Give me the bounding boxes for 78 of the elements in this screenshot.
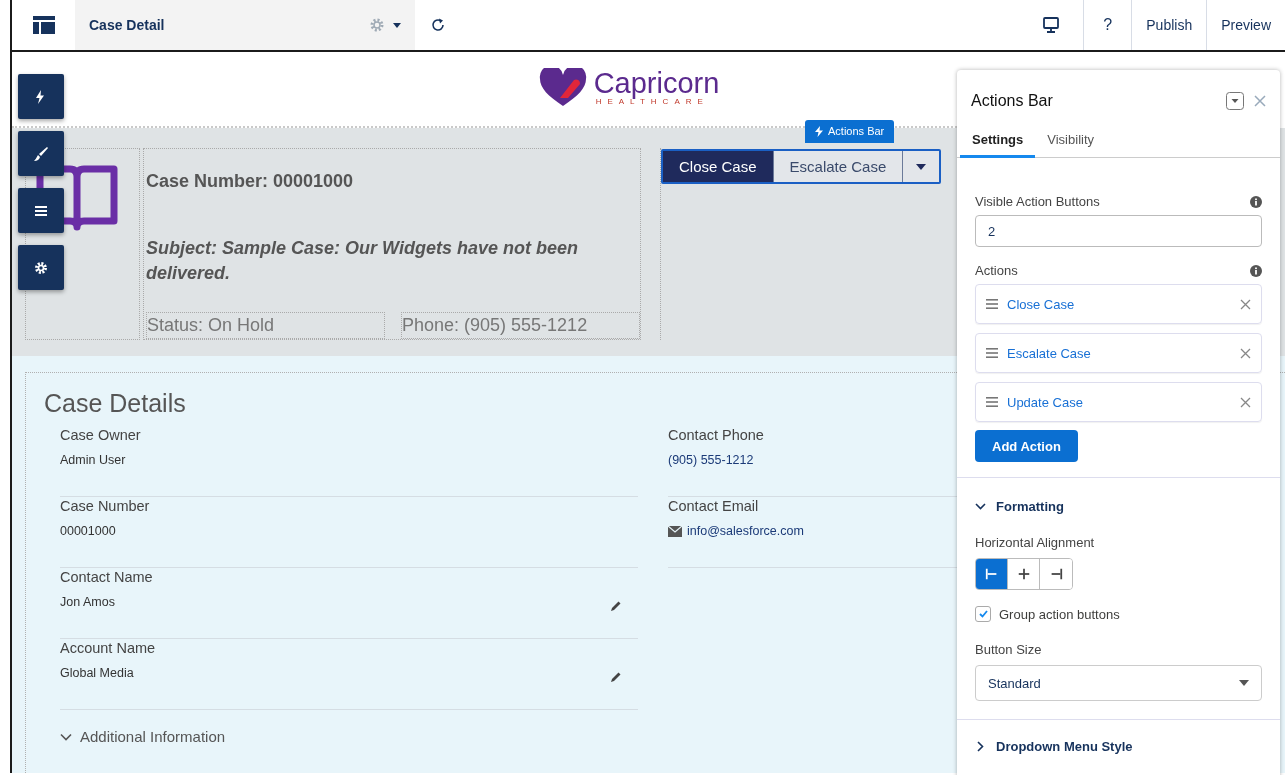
button-size-select[interactable]: Standard xyxy=(975,665,1262,701)
lightning-icon xyxy=(815,125,823,137)
case-subject: Subject: Sample Case: Our Widgets have not been delivered. xyxy=(146,237,579,285)
email-link[interactable]: info@salesforce.com xyxy=(687,524,804,538)
remove-icon[interactable] xyxy=(1240,347,1251,359)
remove-icon[interactable] xyxy=(1240,396,1251,408)
field-label: Account Name xyxy=(60,639,156,657)
panel-tab[interactable]: Visibility xyxy=(1035,132,1106,158)
drag-handle-icon[interactable] xyxy=(986,348,998,358)
action-button[interactable]: Close Case xyxy=(663,151,774,182)
caret-icon xyxy=(916,163,927,170)
field-value: Jon Amos xyxy=(60,595,115,609)
field-label: Contact Name xyxy=(60,568,153,586)
field-label: Visible Action Buttons xyxy=(975,194,1100,209)
field-label: Case Owner xyxy=(60,426,141,444)
panel-tab[interactable]: Settings xyxy=(960,132,1036,158)
pencil-icon[interactable] xyxy=(610,671,622,683)
more-actions-button[interactable] xyxy=(903,151,940,182)
action-link[interactable]: Escalate Case xyxy=(1007,345,1240,361)
alignment-button[interactable] xyxy=(976,559,1008,589)
action-item[interactable]: Escalate Case xyxy=(975,333,1262,373)
visible-buttons-input[interactable]: 2 xyxy=(975,215,1262,247)
preview-button[interactable]: Publish xyxy=(1146,17,1193,33)
case-number-heading: Case Number: 00001000 xyxy=(146,171,355,192)
monitor-icon[interactable] xyxy=(1043,17,1060,33)
field-value: Global Media xyxy=(60,666,134,680)
dropdown-icon[interactable] xyxy=(1226,92,1244,110)
align-left-icon xyxy=(984,567,999,581)
help-button[interactable]: ? xyxy=(1103,16,1113,34)
phone-link[interactable]: (905) 555-1212 xyxy=(668,453,754,467)
panel-title: Actions Bar xyxy=(971,92,1053,110)
case-phone: Phone: (905) 555-1212 xyxy=(401,312,640,339)
action-link[interactable]: Close Case xyxy=(1007,296,1240,312)
preview-button[interactable]: Preview xyxy=(1221,17,1271,33)
gear-icon xyxy=(33,259,49,276)
field-label: Contact Phone xyxy=(668,426,764,444)
info-icon[interactable] xyxy=(1250,264,1262,277)
action-item[interactable]: Update Case xyxy=(975,382,1262,422)
field-label: Case Number xyxy=(60,497,150,515)
chevron-down-icon xyxy=(975,501,986,512)
field-label: Actions xyxy=(975,263,1018,278)
section-toggle[interactable]: Additional Information xyxy=(60,728,226,745)
tool-button[interactable] xyxy=(18,188,64,233)
drag-handle-icon[interactable] xyxy=(986,397,998,407)
checkbox-label: Group action buttons xyxy=(999,606,1120,622)
drag-handle-icon[interactable] xyxy=(986,299,998,309)
align-right-icon xyxy=(1049,567,1063,581)
checkbox[interactable] xyxy=(975,606,991,622)
layout-icon[interactable] xyxy=(32,16,55,34)
refresh-icon[interactable] xyxy=(431,18,445,32)
info-icon[interactable] xyxy=(1250,195,1262,208)
section-toggle[interactable]: Dropdown Menu Style xyxy=(975,739,1133,754)
brush-icon xyxy=(33,145,49,162)
field-label: Horizontal Alignment xyxy=(975,535,1096,550)
tool-button[interactable] xyxy=(18,245,64,290)
action-item[interactable]: Close Case xyxy=(975,284,1262,324)
field-label: Contact Email xyxy=(668,497,759,515)
check-icon xyxy=(978,610,988,618)
field-value: 00001000 xyxy=(60,524,116,538)
add-action-button[interactable]: Add Action xyxy=(975,430,1078,462)
section-toggle[interactable]: Formatting xyxy=(975,499,1064,514)
chevron-right-icon xyxy=(975,741,986,752)
page-name: Case Detail xyxy=(89,17,165,33)
action-link[interactable]: Update Case xyxy=(1007,394,1240,410)
align-center-icon xyxy=(1016,567,1031,581)
brand-name: Capricorn xyxy=(593,69,720,97)
action-button[interactable]: Escalate Case xyxy=(773,151,904,182)
component-badge: Actions Bar xyxy=(805,120,895,143)
card-title: Case Details xyxy=(44,389,186,418)
remove-icon[interactable] xyxy=(1240,298,1251,310)
case-status: Status: On Hold xyxy=(146,312,385,339)
field-value: Admin User xyxy=(60,453,126,467)
caret-icon xyxy=(1239,680,1249,686)
envelope-icon xyxy=(668,525,682,537)
pencil-icon[interactable] xyxy=(610,600,622,612)
caret-icon[interactable] xyxy=(393,22,401,28)
field-label: Button Size xyxy=(975,642,1043,657)
heart-logo-icon xyxy=(537,68,588,108)
